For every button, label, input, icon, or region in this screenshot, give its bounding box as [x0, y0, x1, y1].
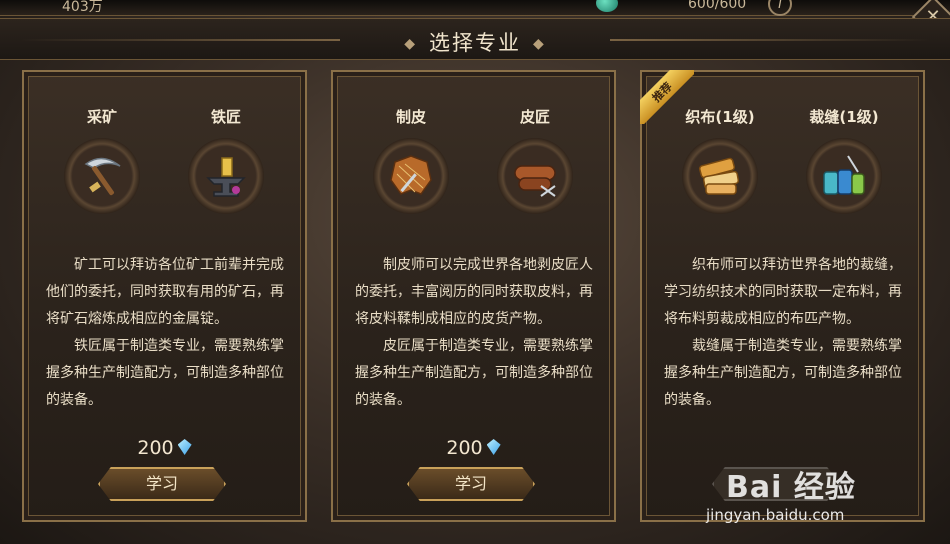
- description-paragraph: 制皮师可以完成世界各地剥皮匠人的委托，丰富阅历的同时获取皮料，再将皮料鞣制成相应…: [355, 257, 593, 327]
- profession-name: 皮匠: [519, 108, 550, 126]
- profession-name: 采矿: [86, 108, 117, 126]
- leather-roll-icon: [497, 138, 573, 214]
- profession-description: 织布师可以拜访世界各地的裁缝，学习纺织技术的同时获取一定布料，再将布料剪裁成相应…: [664, 252, 906, 414]
- top-hud: 403万 600/600 i: [0, 0, 950, 16]
- page-title-wrap: ◆ 选择专业 ◆: [0, 27, 950, 57]
- title-ornament-icon: ◆: [533, 36, 546, 52]
- diamond-icon: [177, 439, 192, 455]
- profession-skinning[interactable]: 制皮: [361, 106, 461, 214]
- cost-value: 200: [446, 437, 483, 459]
- description-paragraph: 裁缝属于制造类专业，需要熟练掌握多种生产制造配方，可制造多种部位的装备。: [664, 338, 902, 408]
- profession-weaving[interactable]: 织布(1级): [670, 106, 770, 214]
- learn-button[interactable]: 学习: [98, 467, 226, 501]
- anvil-icon: [188, 138, 264, 214]
- title-bar: ◆ 选择专业 ◆: [0, 18, 950, 60]
- description-paragraph: 矿工可以拜访各位矿工前辈并完成他们的委托，同时获取有用的矿石，再将矿石熔炼成相应…: [46, 257, 284, 327]
- profession-description: 制皮师可以完成世界各地剥皮匠人的委托，丰富阅历的同时获取皮料，再将皮料鞣制成相应…: [355, 252, 597, 414]
- description-paragraph: 皮匠属于制造类专业，需要熟练掌握多种生产制造配方，可制造多种部位的装备。: [355, 338, 593, 408]
- thread-spool-icon: [806, 138, 882, 214]
- profession-blacksmith[interactable]: 铁匠: [176, 106, 276, 214]
- cloth-bolt-icon: [682, 138, 758, 214]
- cost-value: 200: [137, 437, 174, 459]
- learn-button[interactable]: 学习: [407, 467, 535, 501]
- profession-card-skinning-leatherworking[interactable]: 制皮 皮匠 制皮师可以完成世界各地剥皮匠人的委托，丰富阅历的同时获取皮料，再将皮…: [331, 70, 616, 522]
- watermark-url: jingyan.baidu.com: [706, 506, 845, 524]
- description-paragraph: 铁匠属于制造类专业，需要熟练掌握多种生产制造配方，可制造多种部位的装备。: [46, 338, 284, 408]
- profession-leatherworking[interactable]: 皮匠: [485, 106, 585, 214]
- description-paragraph: 织布师可以拜访世界各地的裁缝，学习纺织技术的同时获取一定布料，再将布料剪裁成相应…: [664, 257, 902, 327]
- diamond-icon: [486, 439, 501, 455]
- pickaxe-icon: [64, 138, 140, 214]
- currency-amount: 403万: [62, 0, 103, 15]
- profession-name: 裁缝(1级): [809, 108, 879, 126]
- profession-name: 铁匠: [210, 108, 241, 126]
- learn-cost: 200: [333, 437, 614, 459]
- profession-card-mining-blacksmith[interactable]: 采矿 铁匠 矿工可以拜访各位矿工前辈并完成他们的委托，同时获取有用的矿石，再将矿…: [22, 70, 307, 522]
- energy-amount: 600/600: [688, 0, 747, 12]
- profession-name: 织布(1级): [685, 108, 755, 126]
- info-icon[interactable]: i: [768, 0, 792, 16]
- profession-mining[interactable]: 采矿: [52, 106, 152, 214]
- profession-name: 制皮: [395, 108, 426, 126]
- title-ornament-icon: ◆: [404, 36, 417, 52]
- energy-orb-icon: [596, 0, 618, 12]
- leather-hide-icon: [373, 138, 449, 214]
- profession-tailoring[interactable]: 裁缝(1级): [794, 106, 894, 214]
- profession-card-weaving-tailoring[interactable]: 推荐 织布(1级) 裁缝(1级) 织布师可以拜访世界各地的裁缝，学习纺织技术的同…: [640, 70, 925, 522]
- page-title: 选择专业: [429, 31, 521, 55]
- watermark-logo: Bai 经验: [726, 470, 856, 505]
- learn-cost: 200: [24, 437, 305, 459]
- profession-description: 矿工可以拜访各位矿工前辈并完成他们的委托，同时获取有用的矿石，再将矿石熔炼成相应…: [46, 252, 288, 414]
